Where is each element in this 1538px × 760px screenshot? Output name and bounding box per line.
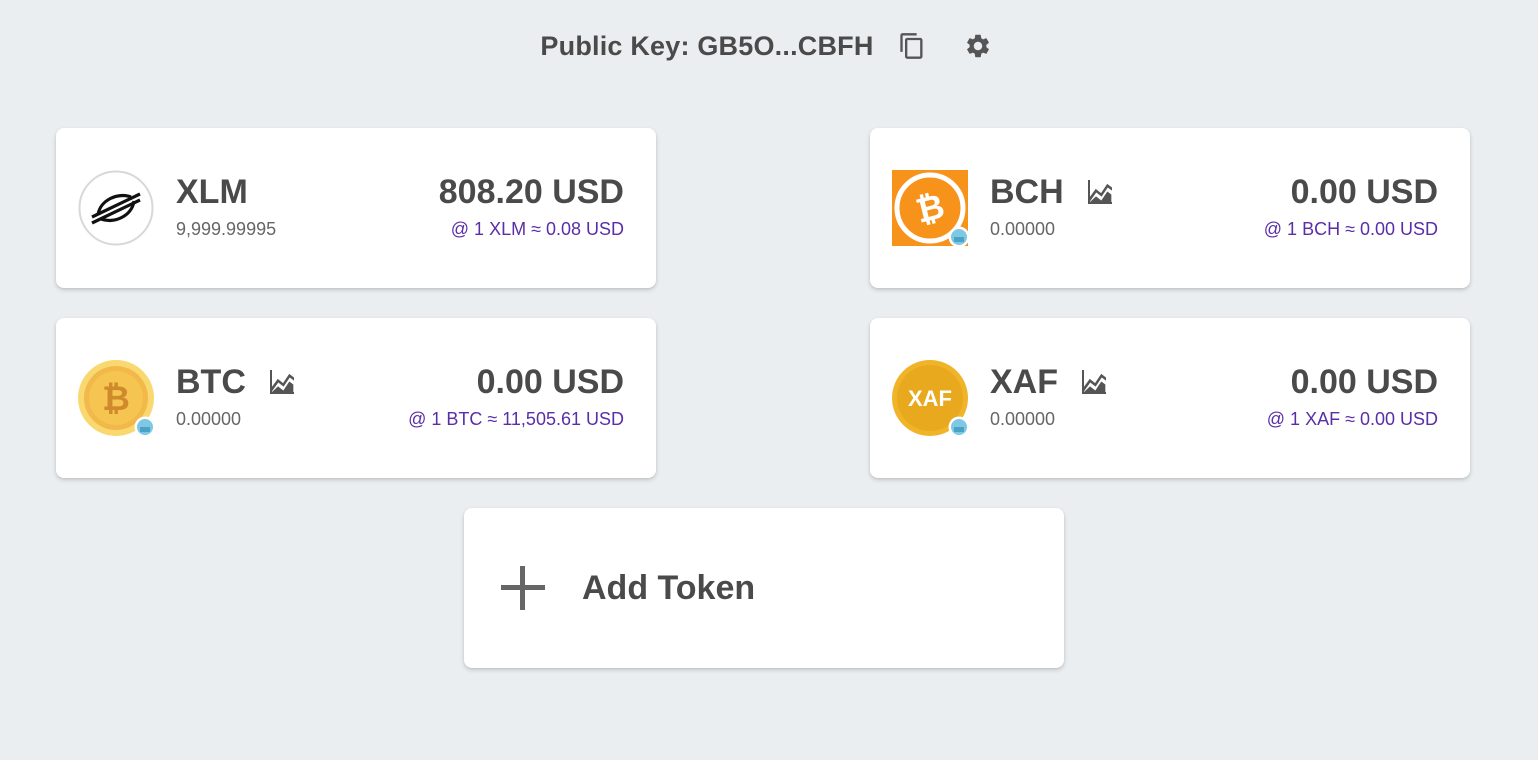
network-badge-icon [948,416,970,438]
token-name-row: XAF [990,362,1110,402]
token-symbol: XLM [176,173,248,211]
token-symbol: XAF [990,363,1058,401]
token-usd-value: 0.00 USD [1290,363,1438,401]
token-rate: @ 1 XAF ≈ 0.00 USD [1266,409,1438,429]
token-rate: @ 1 BCH ≈ 0.00 USD [1263,219,1438,239]
chart-icon[interactable] [1078,366,1110,398]
svg-text:₿: ₿ [102,380,130,418]
token-name-row: BTC [176,362,298,402]
token-symbol: BTC [176,363,246,401]
add-token-label: Add Token [582,568,756,607]
bitcoin-logo-icon: ₿ [78,360,156,438]
stellar-logo-icon [78,170,154,246]
token-name-row: XLM [176,172,248,212]
plus-icon [498,563,548,613]
chart-icon[interactable] [1084,176,1116,208]
token-rate: @ 1 BTC ≈ 11,505.61 USD [408,409,624,429]
token-usd-value: 0.00 USD [1290,173,1438,211]
add-token-button[interactable]: Add Token [464,508,1064,668]
token-card-bch[interactable]: ₿ BCH 0.00000 0.00 USD @ 1 BCH ≈ 0.00 US… [870,128,1470,288]
header: Public Key: GB5O...CBFH [0,24,1538,68]
token-rate: @ 1 XLM ≈ 0.08 USD [450,219,624,239]
svg-text:XAF: XAF [908,386,952,411]
chart-icon[interactable] [266,366,298,398]
token-card-btc[interactable]: ₿ BTC 0.00000 0.00 USD @ 1 BTC ≈ 11,505.… [56,318,656,478]
xaf-logo-icon: XAF [892,360,970,438]
token-usd-value: 808.20 USD [438,173,624,211]
network-badge-icon [134,416,156,438]
public-key-label: Public Key: GB5O...CBFH [540,30,874,61]
bitcoin-cash-logo-icon: ₿ [892,170,970,248]
gear-icon[interactable] [958,26,998,66]
network-badge-icon [948,226,970,248]
token-card-xlm[interactable]: XLM 9,999.99995 808.20 USD @ 1 XLM ≈ 0.0… [56,128,656,288]
token-balance: 0.00000 [990,219,1056,239]
token-card-xaf[interactable]: XAF XAF 0.00000 0.00 USD @ 1 XAF ≈ 0.00 … [870,318,1470,478]
token-usd-value: 0.00 USD [476,363,624,401]
token-balance: 0.00000 [176,409,242,429]
token-balance: 0.00000 [990,409,1056,429]
token-symbol: BCH [990,173,1064,211]
token-balance: 9,999.99995 [176,219,277,239]
token-name-row: BCH [990,172,1116,212]
copy-icon[interactable] [892,26,932,66]
